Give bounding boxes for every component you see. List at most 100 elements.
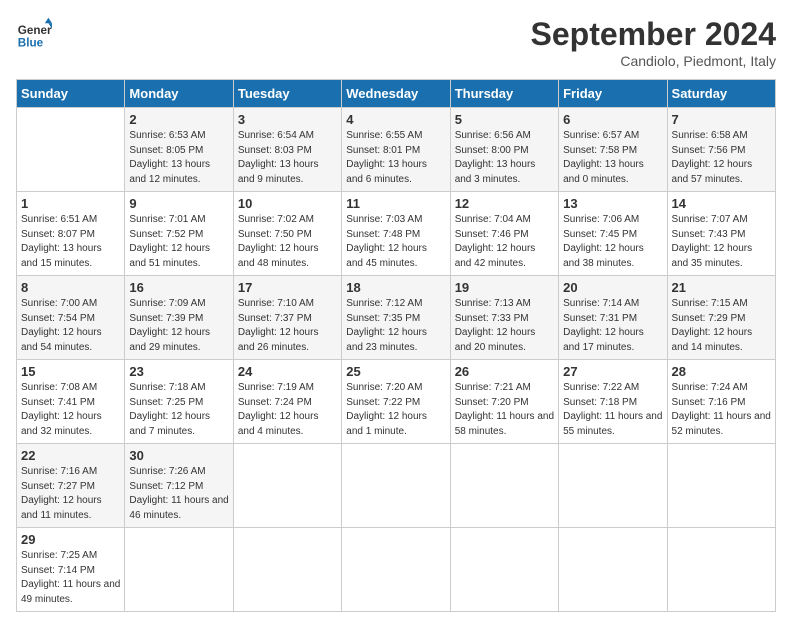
daylight-hours: Daylight: 13 hours and 6 minutes. bbox=[346, 159, 427, 185]
sunrise-time: Sunrise: 7:06 AM bbox=[563, 214, 639, 225]
page-header: General Blue September 2024 Candiolo, Pi… bbox=[16, 16, 776, 69]
day-info: Sunrise: 7:26 AM Sunset: 7:12 PM Dayligh… bbox=[129, 465, 228, 523]
daylight-hours: Daylight: 12 hours and 38 minutes. bbox=[563, 243, 644, 269]
sunset-time: Sunset: 7:12 PM bbox=[129, 481, 203, 492]
daylight-hours: Daylight: 12 hours and 4 minutes. bbox=[238, 411, 319, 437]
daylight-hours: Daylight: 11 hours and 49 minutes. bbox=[21, 579, 120, 605]
sunrise-time: Sunrise: 6:55 AM bbox=[346, 130, 422, 141]
day-number: 10 bbox=[238, 196, 337, 211]
calendar-day-cell: 20 Sunrise: 7:14 AM Sunset: 7:31 PM Dayl… bbox=[559, 276, 667, 360]
day-info: Sunrise: 7:08 AM Sunset: 7:41 PM Dayligh… bbox=[21, 381, 120, 439]
sunset-time: Sunset: 7:33 PM bbox=[455, 313, 529, 324]
calendar-day-cell: 9 Sunrise: 7:01 AM Sunset: 7:52 PM Dayli… bbox=[125, 192, 233, 276]
calendar-header-row: Sunday Monday Tuesday Wednesday Thursday… bbox=[17, 80, 776, 108]
calendar-week-row: 22 Sunrise: 7:16 AM Sunset: 7:27 PM Dayl… bbox=[17, 444, 776, 528]
day-number: 25 bbox=[346, 364, 445, 379]
calendar-day-cell: 25 Sunrise: 7:20 AM Sunset: 7:22 PM Dayl… bbox=[342, 360, 450, 444]
calendar-day-cell: 1 Sunrise: 6:51 AM Sunset: 8:07 PM Dayli… bbox=[17, 192, 125, 276]
month-title: September 2024 bbox=[531, 16, 776, 53]
day-number: 24 bbox=[238, 364, 337, 379]
day-number: 22 bbox=[21, 448, 120, 463]
sunrise-time: Sunrise: 6:51 AM bbox=[21, 214, 97, 225]
sunrise-time: Sunrise: 6:54 AM bbox=[238, 130, 314, 141]
calendar-day-cell: 11 Sunrise: 7:03 AM Sunset: 7:48 PM Dayl… bbox=[342, 192, 450, 276]
daylight-hours: Daylight: 13 hours and 0 minutes. bbox=[563, 159, 644, 185]
daylight-hours: Daylight: 12 hours and 54 minutes. bbox=[21, 327, 102, 353]
day-info: Sunrise: 6:58 AM Sunset: 7:56 PM Dayligh… bbox=[672, 129, 771, 187]
day-number: 20 bbox=[563, 280, 662, 295]
day-number: 2 bbox=[129, 112, 228, 127]
daylight-hours: Daylight: 12 hours and 11 minutes. bbox=[21, 495, 102, 521]
sunrise-time: Sunrise: 7:24 AM bbox=[672, 382, 748, 393]
calendar-day-cell: 14 Sunrise: 7:07 AM Sunset: 7:43 PM Dayl… bbox=[667, 192, 775, 276]
sunrise-time: Sunrise: 7:26 AM bbox=[129, 466, 205, 477]
calendar-day-cell: 8 Sunrise: 7:00 AM Sunset: 7:54 PM Dayli… bbox=[17, 276, 125, 360]
sunrise-time: Sunrise: 7:19 AM bbox=[238, 382, 314, 393]
day-number: 3 bbox=[238, 112, 337, 127]
day-number: 27 bbox=[563, 364, 662, 379]
calendar-day-cell bbox=[342, 444, 450, 528]
sunset-time: Sunset: 7:54 PM bbox=[21, 313, 95, 324]
daylight-hours: Daylight: 11 hours and 58 minutes. bbox=[455, 411, 554, 437]
calendar-day-cell: 24 Sunrise: 7:19 AM Sunset: 7:24 PM Dayl… bbox=[233, 360, 341, 444]
day-number: 13 bbox=[563, 196, 662, 211]
calendar-week-row: 15 Sunrise: 7:08 AM Sunset: 7:41 PM Dayl… bbox=[17, 360, 776, 444]
daylight-hours: Daylight: 12 hours and 57 minutes. bbox=[672, 159, 753, 185]
col-friday: Friday bbox=[559, 80, 667, 108]
calendar-day-cell: 27 Sunrise: 7:22 AM Sunset: 7:18 PM Dayl… bbox=[559, 360, 667, 444]
day-number: 6 bbox=[563, 112, 662, 127]
calendar-day-cell: 26 Sunrise: 7:21 AM Sunset: 7:20 PM Dayl… bbox=[450, 360, 558, 444]
day-info: Sunrise: 7:07 AM Sunset: 7:43 PM Dayligh… bbox=[672, 213, 771, 271]
calendar-day-cell: 13 Sunrise: 7:06 AM Sunset: 7:45 PM Dayl… bbox=[559, 192, 667, 276]
calendar-day-cell: 21 Sunrise: 7:15 AM Sunset: 7:29 PM Dayl… bbox=[667, 276, 775, 360]
day-number: 12 bbox=[455, 196, 554, 211]
sunset-time: Sunset: 8:03 PM bbox=[238, 145, 312, 156]
sunrise-time: Sunrise: 7:01 AM bbox=[129, 214, 205, 225]
sunrise-time: Sunrise: 7:14 AM bbox=[563, 298, 639, 309]
sunrise-time: Sunrise: 7:08 AM bbox=[21, 382, 97, 393]
sunset-time: Sunset: 7:58 PM bbox=[563, 145, 637, 156]
calendar-day-cell: 22 Sunrise: 7:16 AM Sunset: 7:27 PM Dayl… bbox=[17, 444, 125, 528]
svg-text:General: General bbox=[18, 24, 52, 37]
day-info: Sunrise: 6:51 AM Sunset: 8:07 PM Dayligh… bbox=[21, 213, 120, 271]
daylight-hours: Daylight: 12 hours and 20 minutes. bbox=[455, 327, 536, 353]
day-number: 9 bbox=[129, 196, 228, 211]
day-number: 5 bbox=[455, 112, 554, 127]
sunset-time: Sunset: 7:46 PM bbox=[455, 229, 529, 240]
day-number: 21 bbox=[672, 280, 771, 295]
day-info: Sunrise: 7:19 AM Sunset: 7:24 PM Dayligh… bbox=[238, 381, 337, 439]
sunset-time: Sunset: 7:39 PM bbox=[129, 313, 203, 324]
col-monday: Monday bbox=[125, 80, 233, 108]
sunset-time: Sunset: 8:01 PM bbox=[346, 145, 420, 156]
daylight-hours: Daylight: 12 hours and 17 minutes. bbox=[563, 327, 644, 353]
calendar-day-cell bbox=[667, 528, 775, 612]
day-number: 1 bbox=[21, 196, 120, 211]
calendar-day-cell: 28 Sunrise: 7:24 AM Sunset: 7:16 PM Dayl… bbox=[667, 360, 775, 444]
sunset-time: Sunset: 7:41 PM bbox=[21, 397, 95, 408]
sunrise-time: Sunrise: 7:15 AM bbox=[672, 298, 748, 309]
sunset-time: Sunset: 7:31 PM bbox=[563, 313, 637, 324]
calendar-day-cell: 19 Sunrise: 7:13 AM Sunset: 7:33 PM Dayl… bbox=[450, 276, 558, 360]
sunset-time: Sunset: 7:16 PM bbox=[672, 397, 746, 408]
calendar-day-cell: 2 Sunrise: 6:53 AM Sunset: 8:05 PM Dayli… bbox=[125, 108, 233, 192]
day-number: 4 bbox=[346, 112, 445, 127]
logo: General Blue bbox=[16, 16, 52, 52]
calendar-day-cell: 4 Sunrise: 6:55 AM Sunset: 8:01 PM Dayli… bbox=[342, 108, 450, 192]
daylight-hours: Daylight: 11 hours and 55 minutes. bbox=[563, 411, 662, 437]
day-info: Sunrise: 7:06 AM Sunset: 7:45 PM Dayligh… bbox=[563, 213, 662, 271]
calendar-day-cell bbox=[233, 528, 341, 612]
calendar-day-cell: 17 Sunrise: 7:10 AM Sunset: 7:37 PM Dayl… bbox=[233, 276, 341, 360]
calendar-week-row: 1 Sunrise: 6:51 AM Sunset: 8:07 PM Dayli… bbox=[17, 192, 776, 276]
day-info: Sunrise: 7:22 AM Sunset: 7:18 PM Dayligh… bbox=[563, 381, 662, 439]
day-number: 14 bbox=[672, 196, 771, 211]
day-number: 29 bbox=[21, 532, 120, 547]
calendar-day-cell: 10 Sunrise: 7:02 AM Sunset: 7:50 PM Dayl… bbox=[233, 192, 341, 276]
sunset-time: Sunset: 7:50 PM bbox=[238, 229, 312, 240]
day-info: Sunrise: 7:25 AM Sunset: 7:14 PM Dayligh… bbox=[21, 549, 120, 607]
sunrise-time: Sunrise: 7:20 AM bbox=[346, 382, 422, 393]
day-info: Sunrise: 7:04 AM Sunset: 7:46 PM Dayligh… bbox=[455, 213, 554, 271]
svg-text:Blue: Blue bbox=[18, 37, 44, 50]
day-info: Sunrise: 7:13 AM Sunset: 7:33 PM Dayligh… bbox=[455, 297, 554, 355]
daylight-hours: Daylight: 12 hours and 42 minutes. bbox=[455, 243, 536, 269]
sunrise-time: Sunrise: 7:00 AM bbox=[21, 298, 97, 309]
